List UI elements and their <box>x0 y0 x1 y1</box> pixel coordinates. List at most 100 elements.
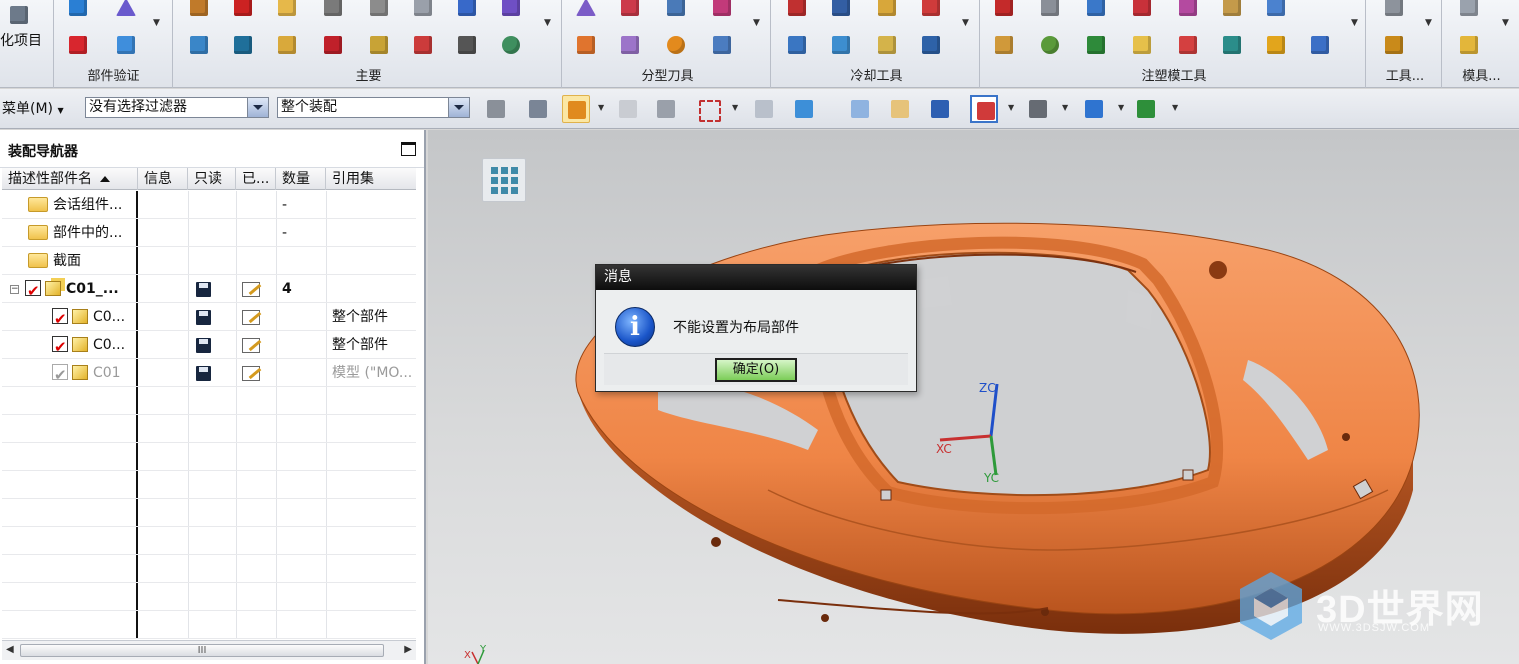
render-style-icon[interactable] <box>1024 95 1052 123</box>
dialog-titlebar[interactable]: 消息 <box>596 265 916 290</box>
orient-view-icon[interactable] <box>1080 95 1108 123</box>
curve-patch-icon[interactable] <box>1081 30 1111 60</box>
visibility-checkbox[interactable] <box>52 361 68 387</box>
group-more-icon[interactable]: ▼ <box>962 18 969 28</box>
standard-part-icon[interactable] <box>452 0 482 22</box>
ok-button[interactable]: 确定(O) <box>715 358 797 382</box>
selection-priority-icon[interactable] <box>1132 95 1160 123</box>
column-header-info[interactable]: 信息 <box>138 168 188 190</box>
rectangle-select-icon[interactable] <box>694 95 722 123</box>
reference-blend-icon[interactable] <box>1217 0 1247 22</box>
sheet-icon[interactable] <box>408 0 438 22</box>
inspect-icon[interactable] <box>111 30 141 60</box>
ejector-icon[interactable] <box>496 0 526 22</box>
subinsert-icon[interactable] <box>272 30 302 60</box>
tree-row[interactable]: C0... 整个部件 <box>2 331 416 359</box>
cooling-extend-icon[interactable] <box>916 0 946 22</box>
horizontal-scrollbar[interactable]: ◀ III ▶ <box>2 640 416 660</box>
cooling-standard-icon[interactable] <box>916 30 946 60</box>
view-manager-icon[interactable] <box>496 30 526 60</box>
column-header-reference-set[interactable]: 引用集 <box>326 168 416 190</box>
chevron-down-icon[interactable] <box>247 98 268 117</box>
visibility-checkbox[interactable] <box>25 277 41 303</box>
csys-icon[interactable] <box>228 0 258 22</box>
column-header-part-name[interactable]: 描述性部件名 <box>2 168 138 190</box>
group-more-icon[interactable]: ▼ <box>753 18 760 28</box>
deselect-icon[interactable] <box>750 95 778 123</box>
group-more-icon[interactable]: ▼ <box>153 18 160 28</box>
split-face-icon[interactable] <box>1173 30 1203 60</box>
chevron-down-icon[interactable]: ▼ <box>1118 103 1124 112</box>
maximize-icon[interactable] <box>401 142 416 156</box>
family-icon[interactable] <box>364 0 394 22</box>
column-header-readonly[interactable]: 只读 <box>188 168 236 190</box>
scroll-thumb[interactable]: III <box>20 644 384 657</box>
cavity-icon[interactable] <box>615 30 645 60</box>
bounding-body-icon[interactable] <box>1127 30 1157 60</box>
layout-icon[interactable] <box>318 0 348 22</box>
mold-b-icon[interactable] <box>1454 30 1484 60</box>
patch-icon[interactable] <box>661 0 691 22</box>
curve-rule-icon[interactable] <box>652 95 680 123</box>
chevron-down-icon[interactable]: ▼ <box>1008 103 1014 112</box>
type-filter-icon[interactable] <box>482 95 510 123</box>
parting-surface-icon[interactable] <box>615 0 645 22</box>
selection-scope-select[interactable]: 整个装配 <box>277 97 470 118</box>
pan-icon[interactable] <box>886 95 914 123</box>
rotate-icon[interactable] <box>926 95 954 123</box>
replace-solid-icon[interactable] <box>1127 0 1157 22</box>
draft-face-icon[interactable] <box>1217 30 1247 60</box>
grid-surface-icon[interactable] <box>707 0 737 22</box>
chevron-down-icon[interactable]: ▼ <box>1172 103 1178 112</box>
mold-a-icon[interactable] <box>1454 0 1484 22</box>
bom-icon[interactable] <box>452 30 482 60</box>
fit-view-icon[interactable] <box>846 95 874 123</box>
scroll-left-icon[interactable]: ◀ <box>6 644 14 655</box>
color-map-icon[interactable] <box>63 30 93 60</box>
cooling-cross-icon[interactable] <box>782 30 812 60</box>
draft-analysis-icon[interactable] <box>111 0 141 22</box>
collapse-icon[interactable]: − <box>10 284 19 294</box>
slider-icon[interactable] <box>228 30 258 60</box>
group-more-icon[interactable]: ▼ <box>1502 18 1509 28</box>
tree-row[interactable]: C0... 整个部件 <box>2 303 416 331</box>
mold-assembly-icon[interactable] <box>1305 30 1335 60</box>
tool-b-icon[interactable] <box>1379 30 1409 60</box>
chevron-down-icon[interactable]: ▼ <box>1062 103 1068 112</box>
mold-init-icon[interactable] <box>184 0 214 22</box>
group-more-icon[interactable]: ▼ <box>1351 18 1358 28</box>
parting-face-icon[interactable] <box>1261 30 1291 60</box>
group-more-icon[interactable]: ▼ <box>1425 18 1432 28</box>
cooling-channel-icon[interactable] <box>782 0 812 22</box>
snap-point-icon[interactable] <box>562 95 590 123</box>
pocket-icon[interactable] <box>318 30 348 60</box>
electrode-icon[interactable] <box>364 30 394 60</box>
tool-a-icon[interactable] <box>1379 0 1409 22</box>
visibility-checkbox[interactable] <box>52 305 68 331</box>
edge-patch-icon[interactable] <box>1035 30 1065 60</box>
trim-icon[interactable] <box>408 30 438 60</box>
tree-row[interactable]: 截面 <box>2 247 416 275</box>
visibility-checkbox[interactable] <box>52 333 68 359</box>
column-header-modified[interactable]: 已... <box>236 168 276 190</box>
menu-button[interactable]: 菜单(M) ▼ <box>2 98 64 118</box>
parting-region-icon[interactable] <box>571 0 601 22</box>
surface-patch-icon[interactable] <box>571 30 601 60</box>
chevron-down-icon[interactable] <box>448 98 469 117</box>
split-solid-icon[interactable] <box>1035 0 1065 22</box>
cooling-connect-icon[interactable] <box>826 0 856 22</box>
point-icon[interactable] <box>614 95 642 123</box>
select-all-icon[interactable] <box>790 95 818 123</box>
tree-icon[interactable] <box>4 0 34 30</box>
cooling-pattern-icon[interactable] <box>872 0 902 22</box>
shrink-icon[interactable] <box>1261 0 1291 22</box>
zoom-icon[interactable] <box>970 95 998 123</box>
solid-patch-icon[interactable] <box>989 30 1019 60</box>
insert-icon[interactable] <box>184 30 214 60</box>
copy-body-icon[interactable] <box>707 30 737 60</box>
filter-funnel-icon[interactable] <box>524 95 552 123</box>
extend-solid-icon[interactable] <box>1173 0 1203 22</box>
column-header-quantity[interactable]: 数量 <box>276 168 326 190</box>
selection-filter-select[interactable]: 没有选择过滤器 <box>85 97 269 118</box>
tree-row[interactable]: C01 模型 ("MO... <box>2 359 416 387</box>
